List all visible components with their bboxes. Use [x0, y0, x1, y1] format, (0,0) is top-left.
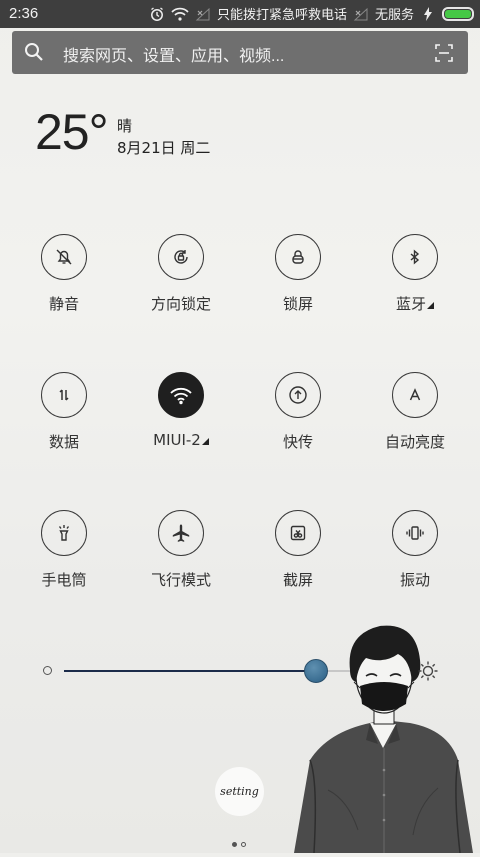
auto-brightness-icon[interactable] — [392, 372, 438, 418]
wifi-status-icon — [171, 5, 189, 23]
toggle-label: 自动亮度 — [384, 433, 445, 451]
page-dot — [232, 842, 237, 847]
page-indicator — [232, 842, 246, 847]
scan-icon[interactable] — [434, 43, 454, 63]
toggle-label: 手电筒 — [41, 571, 87, 589]
alarm-icon — [148, 5, 166, 23]
date: 8月21日 周二 — [117, 139, 211, 157]
search-bar[interactable]: 搜索网页、设置、应用、视频... — [12, 31, 468, 74]
character-illustration — [288, 620, 480, 854]
toggle-label: MIUI-2 — [126, 431, 236, 449]
expand-corner-icon — [427, 302, 434, 309]
search-placeholder: 搜索网页、设置、应用、视频... — [63, 48, 285, 65]
brightness-fill — [64, 670, 316, 672]
toggle-label: 飞行模式 — [150, 571, 211, 589]
battery-icon — [442, 6, 474, 21]
toggle-wifi[interactable]: MIUI-2 — [126, 372, 236, 449]
expand-corner-icon — [201, 438, 209, 445]
wifi-icon[interactable] — [158, 372, 204, 418]
toggle-lock-screen[interactable]: 锁屏 — [243, 234, 353, 314]
weather-condition: 晴 — [117, 117, 133, 135]
toggle-silent[interactable]: 静音 — [9, 234, 119, 314]
toggle-label: 振动 — [399, 571, 430, 589]
service-text: 无服务 — [374, 7, 414, 22]
toggle-vibrate[interactable]: 振动 — [360, 510, 470, 590]
vibrate-icon[interactable] — [392, 510, 438, 556]
sun-icon — [417, 660, 439, 682]
status-bar: 2:36 只能拨打紧急呼救电话 无服务 — [0, 0, 480, 28]
bluetooth-icon[interactable] — [392, 234, 438, 280]
toggle-label: 方向锁定 — [150, 295, 211, 313]
setting-badge-text: setting — [220, 785, 259, 798]
toggle-label: 静音 — [48, 295, 79, 313]
temperature: 25° — [35, 104, 109, 160]
search-icon — [24, 42, 44, 62]
toggle-flashlight[interactable]: 手电筒 — [9, 510, 119, 590]
toggle-label: 截屏 — [282, 571, 313, 589]
brightness-slider-thumb[interactable] — [303, 659, 328, 683]
screenshot-icon[interactable] — [275, 510, 321, 556]
page-dot — [241, 842, 246, 847]
flashlight-icon[interactable] — [41, 510, 87, 556]
brightness-low-icon — [43, 666, 52, 675]
toggle-auto-brightness[interactable]: 自动亮度 — [360, 372, 470, 452]
toggle-label: 蓝牙 — [360, 293, 470, 314]
no-signal-icon-1 — [194, 5, 212, 23]
toggle-label: 数据 — [48, 433, 79, 451]
data-arrows-icon[interactable] — [41, 372, 87, 418]
bell-off-icon[interactable] — [41, 234, 87, 280]
no-signal-icon-2 — [352, 5, 370, 23]
rotation-lock-icon[interactable] — [158, 234, 204, 280]
toggle-bluetooth[interactable]: 蓝牙 — [360, 234, 470, 314]
toggle-rotation-lock[interactable]: 方向锁定 — [126, 234, 236, 314]
toggle-label: 快传 — [282, 433, 313, 451]
toggle-screenshot[interactable]: 截屏 — [243, 510, 353, 590]
toggle-label: 锁屏 — [282, 295, 313, 313]
lock-icon[interactable] — [275, 234, 321, 280]
toggle-airplane[interactable]: 飞行模式 — [126, 510, 236, 590]
call-notice: 只能拨打紧急呼救电话 — [216, 7, 347, 22]
charging-icon — [419, 5, 437, 23]
clock: 2:36 — [9, 5, 39, 22]
setting-badge[interactable]: setting — [215, 767, 264, 816]
share-up-icon[interactable] — [275, 372, 321, 418]
toggle-quick-share[interactable]: 快传 — [243, 372, 353, 452]
airplane-icon[interactable] — [158, 510, 204, 556]
toggle-data[interactable]: 数据 — [9, 372, 119, 452]
